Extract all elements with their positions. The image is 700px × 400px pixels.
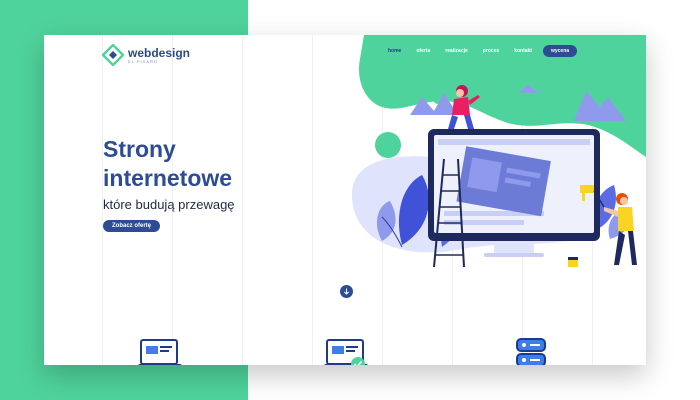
website-preview: webdesign EL PIXARO home oferta realizac…	[44, 35, 646, 365]
see-offer-button[interactable]: Zobacz ofertę	[103, 220, 161, 232]
hero-title-line-2: internetowe	[103, 165, 233, 191]
scroll-down-button[interactable]	[340, 285, 353, 298]
quote-button[interactable]: wycena	[542, 45, 578, 57]
nav-item-proces[interactable]: proces	[483, 48, 499, 54]
main-nav: home oferta realizacje proces kontakt wy…	[388, 45, 578, 57]
laptop-icon	[138, 339, 182, 365]
logo-subtitle: EL PIXARO	[128, 58, 158, 64]
nav-item-kontakt[interactable]: kontakt	[514, 48, 532, 54]
laptop-check-icon	[324, 339, 368, 365]
grid-line	[242, 35, 243, 365]
grid-line	[312, 35, 313, 365]
logo-mark-icon	[102, 44, 124, 66]
arrow-down-icon	[343, 288, 350, 295]
hero-title-line-1: Strony	[103, 136, 176, 162]
hero-subtitle: które budują przewagę	[103, 197, 235, 212]
server-icon	[516, 338, 546, 365]
logo[interactable]: webdesign EL PIXARO	[102, 44, 190, 66]
logo-name: webdesign	[128, 45, 191, 60]
website-builder-illustration	[352, 35, 646, 268]
nav-item-home[interactable]: home	[388, 48, 401, 54]
nav-item-realizacje[interactable]: realizacje	[445, 48, 468, 54]
nav-item-oferta[interactable]: oferta	[416, 48, 430, 54]
hero-title: Strony internetowe	[103, 135, 293, 193]
